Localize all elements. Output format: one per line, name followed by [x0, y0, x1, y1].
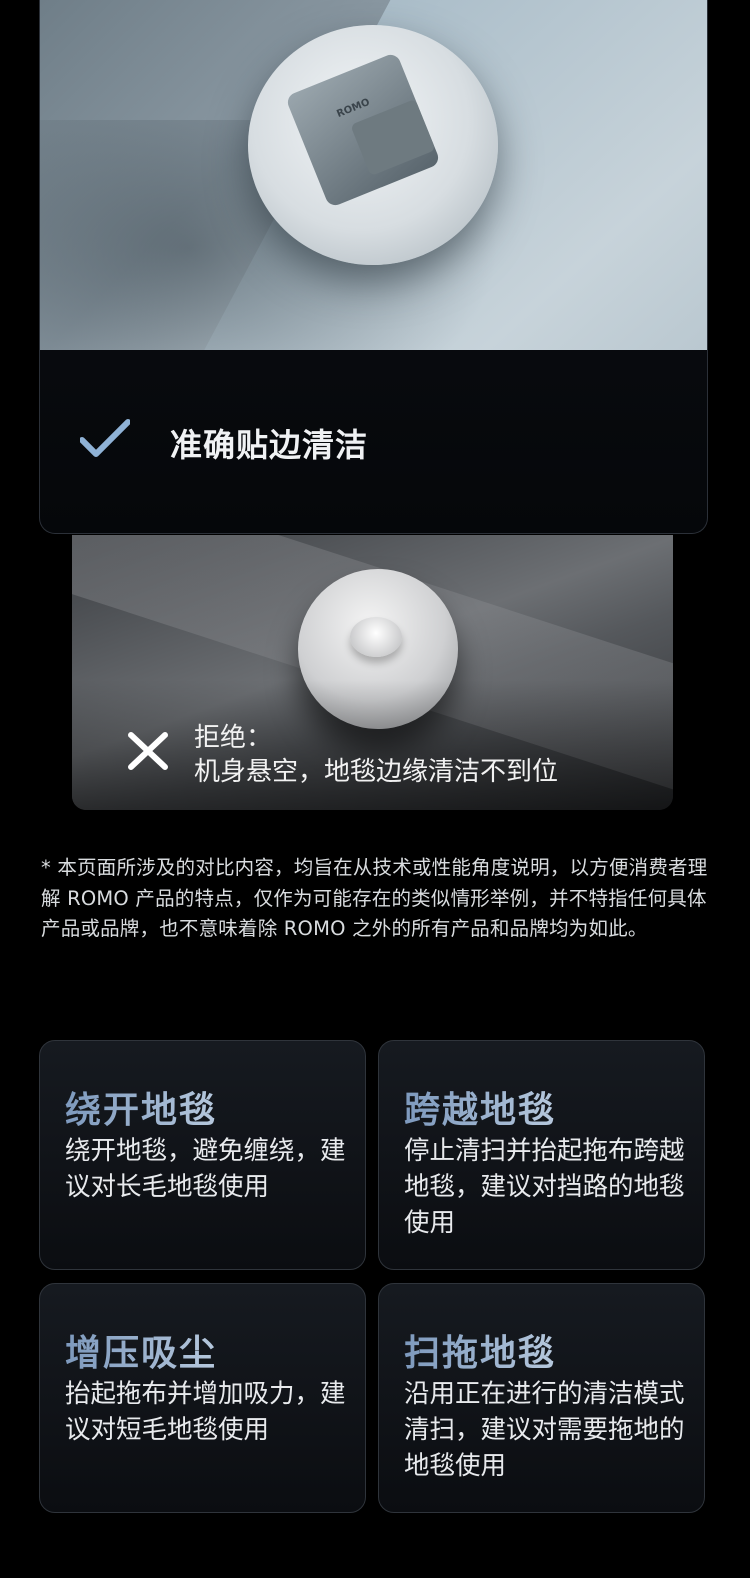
reject-card: 拒绝： 机身悬空，地毯边缘清洁不到位 — [72, 535, 673, 810]
feature-description: 绕开地毯，避免缠绕，建议对长毛地毯使用 — [65, 1136, 346, 1202]
feature-description: 停止清扫并抬起拖布跨越地毯，建议对挡路的地毯使用 — [404, 1136, 685, 1238]
x-icon — [128, 732, 168, 770]
feature-card-avoid-carpet: 绕开地毯 绕开地毯，避免缠绕，建议对长毛地毯使用 — [39, 1040, 366, 1270]
feature-card-boost-suction: 增压吸尘 抬起拖布并增加吸力，建议对短毛地毯使用 — [39, 1283, 366, 1513]
robot-lidar-turret — [350, 617, 402, 657]
feature-card-sweep-mop-carpet: 扫拖地毯 沿用正在进行的清洁模式清扫，建议对需要拖地的地毯使用 — [378, 1283, 705, 1513]
reject-description: 机身悬空，地毯边缘清洁不到位 — [194, 757, 559, 787]
feature-description: 沿用正在进行的清洁模式清扫，建议对需要拖地的地毯使用 — [404, 1379, 685, 1481]
feature-title: 增压吸尘 — [65, 1324, 217, 1376]
feature-title: 绕开地毯 — [65, 1081, 217, 1133]
reject-title: 拒绝： — [194, 723, 273, 753]
robot-carpet-photo: ROMO — [40, 0, 707, 350]
robot-vacuum-image: ROMO — [248, 25, 498, 265]
feature-description: 抬起拖布并增加吸力，建议对短毛地毯使用 — [65, 1379, 346, 1445]
disclaimer-text: * 本页面所涉及的对比内容，均旨在从技术或性能角度说明，以方便消费者理解 ROM… — [41, 856, 708, 940]
feature-title: 扫拖地毯 — [404, 1324, 556, 1376]
feature-card-cross-carpet: 跨越地毯 停止清扫并抬起拖布跨越地毯，建议对挡路的地毯使用 — [378, 1040, 705, 1270]
hero-caption-text: 准确贴边清洁 — [170, 426, 369, 464]
hero-caption: 准确贴边清洁 — [40, 350, 707, 533]
hero-card: ROMO 准确贴边清洁 — [39, 0, 708, 534]
feature-title: 跨越地毯 — [404, 1081, 556, 1133]
checkmark-icon — [80, 419, 130, 457]
